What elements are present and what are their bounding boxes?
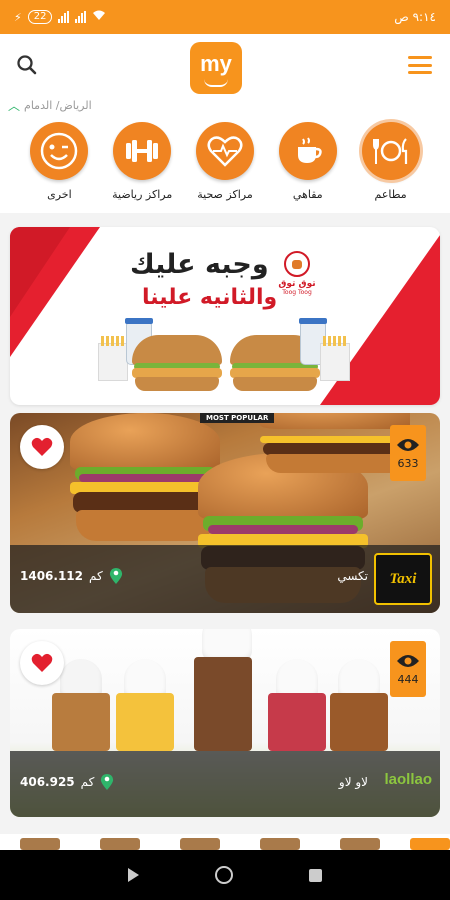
battery-indicator: 22: [27, 10, 53, 24]
category-health[interactable]: مراكز صحية: [192, 122, 258, 201]
home-icon[interactable]: [215, 866, 233, 884]
search-button[interactable]: [14, 52, 40, 78]
heart-icon: [31, 653, 53, 672]
wink-icon: [30, 122, 89, 180]
location-pin-icon: [109, 568, 122, 584]
place-name: لاو لاو: [338, 775, 368, 789]
banner-subheadline: والثانيه علينا: [142, 285, 278, 310]
yogurt-cup-photo: [266, 659, 328, 751]
heart-icon: [195, 122, 254, 180]
logo-smile: [204, 79, 228, 87]
brand-emblem-icon: [284, 251, 310, 277]
category-label: اخرى: [47, 188, 72, 201]
dumbbell-icon: [113, 122, 172, 180]
eye-icon: [397, 438, 419, 451]
place-logo: laollao: [384, 771, 432, 788]
category-restaurants[interactable]: مطاعم: [358, 122, 424, 201]
distance: 1406.112 كم: [20, 567, 123, 585]
burger-photo: [260, 413, 410, 473]
back-icon[interactable]: [128, 868, 139, 882]
app-header: my: [0, 34, 450, 94]
coffee-icon: [278, 122, 337, 180]
app-logo: my: [190, 42, 242, 94]
next-card-preview: [0, 834, 450, 850]
views-count: 633: [397, 456, 419, 470]
system-nav-bar: [0, 850, 450, 900]
category-label: مراكز صحية: [197, 188, 253, 201]
place-logo: Taxi: [374, 553, 432, 605]
location-text: الرياض/ الدمام: [24, 98, 92, 112]
status-bar: ⚡ 22 ٩:١٤ ص: [0, 0, 450, 34]
place-card[interactable]: 444 406.925 كم لاو لاو laollao: [10, 629, 440, 817]
recent-apps-icon[interactable]: [309, 868, 322, 882]
fries-image: [320, 336, 350, 381]
menu-button[interactable]: [408, 56, 432, 74]
yogurt-cup-photo: [328, 659, 390, 751]
banner-decoration: [10, 227, 70, 317]
banner-brand-logo: توق توق Toog Toog: [275, 251, 319, 303]
yogurt-cup-photo: [192, 629, 260, 751]
promo-banner[interactable]: وجبه عليك والثانيه علينا توق توق Toog To…: [10, 227, 440, 405]
search-icon: [17, 55, 37, 75]
location-pin-icon: [101, 774, 114, 790]
popular-tag: MOST POPULAR: [200, 413, 275, 423]
card-info-bar: 1406.112 كم تكسي Taxi: [10, 545, 440, 613]
signal-icon: [75, 11, 87, 23]
category-bar: اخرى مراكز رياضية مراكز صحية مقاهي مطاعم: [0, 116, 450, 221]
views-badge: 633: [390, 425, 426, 481]
category-label: مطاعم: [374, 188, 407, 201]
category-sports[interactable]: مراكز رياضية: [109, 122, 175, 201]
hamburger-icon: [408, 56, 432, 59]
favorite-button[interactable]: [20, 641, 64, 685]
favorite-button[interactable]: [20, 425, 64, 469]
category-label: مقاهي: [292, 188, 323, 201]
burger-image: [132, 335, 222, 391]
place-card[interactable]: MOST POPULAR 633 1406.112 كم تكسي Taxi: [10, 413, 440, 613]
wifi-icon: [92, 10, 106, 24]
category-cafes[interactable]: مقاهي: [275, 122, 341, 201]
card-info-bar: 406.925 كم لاو لاو laollao: [10, 751, 440, 817]
yogurt-cup-photo: [114, 659, 176, 751]
views-count: 444: [397, 672, 419, 686]
category-label: مراكز رياضية: [112, 188, 173, 201]
banner-headline: وجبه عليك: [130, 249, 269, 280]
signal-icon: [58, 11, 70, 23]
eye-icon: [397, 654, 419, 667]
views-badge: 444: [390, 641, 426, 697]
restaurant-icon: [361, 122, 420, 180]
status-time: ٩:١٤ ص: [394, 10, 436, 24]
place-name: تكسي: [337, 569, 368, 583]
bolt-icon: ⚡: [14, 10, 22, 24]
heart-icon: [31, 437, 53, 456]
chevron-up-icon: ︿: [8, 98, 21, 113]
fries-image: [98, 336, 128, 381]
distance: 406.925 كم: [20, 773, 114, 791]
category-other[interactable]: اخرى: [26, 122, 92, 201]
location-selector[interactable]: ︿ الرياض/ الدمام: [0, 94, 450, 116]
